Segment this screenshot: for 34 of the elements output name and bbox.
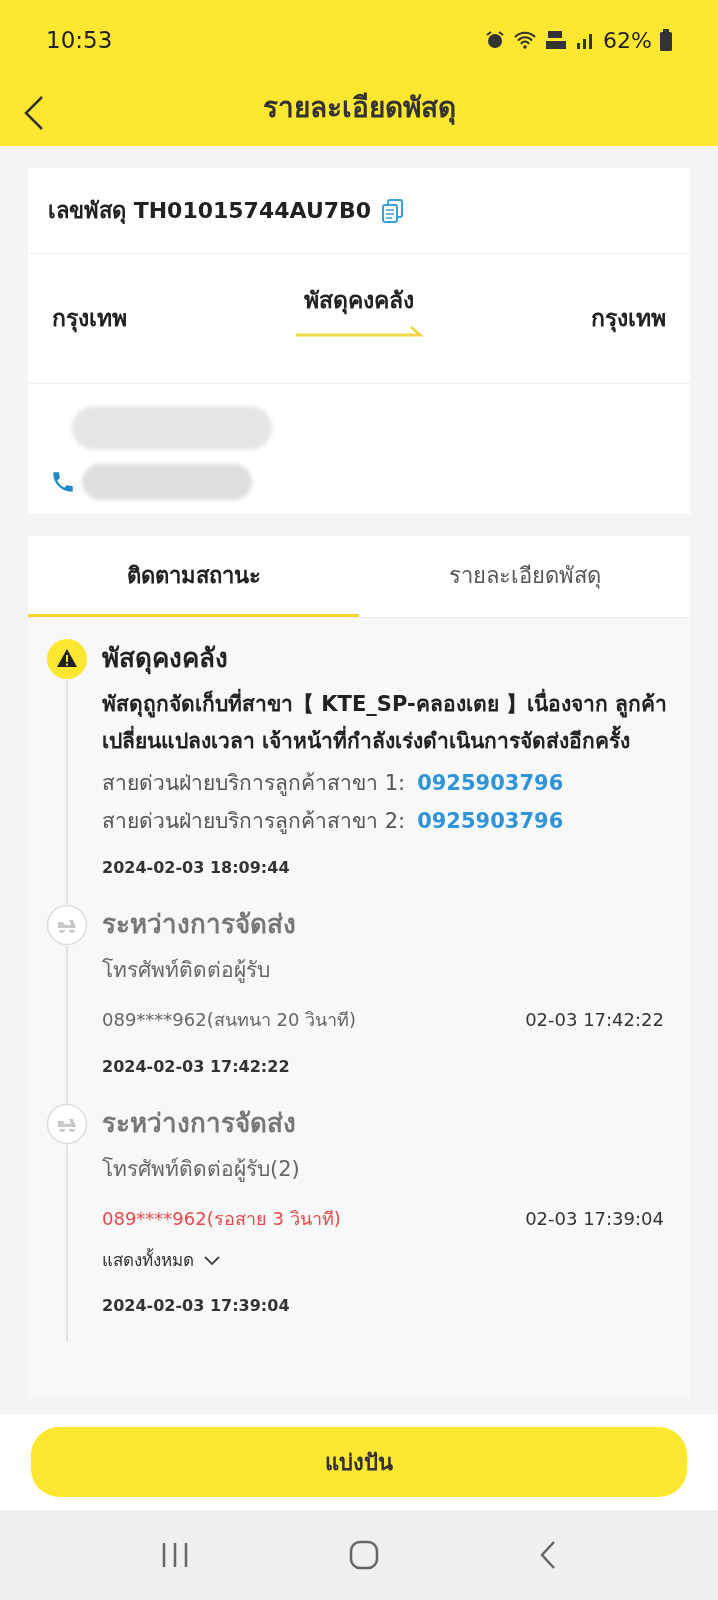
parcel-status: พัสดุคงคลัง (304, 286, 414, 317)
share-button[interactable]: แบ่งปัน (31, 1427, 687, 1497)
hotline-label: สายด่วนฝ่ายบริการลูกค้าสาขา 1: (102, 770, 406, 798)
phone-icon (50, 469, 76, 495)
tab[interactable]: รายละเอียดพัสดุ (359, 536, 690, 617)
wifi-icon (513, 30, 538, 50)
status-time: 10:53 (46, 25, 113, 55)
event-timestamp: 2024-02-03 17:42:22 (102, 1056, 291, 1078)
home-icon[interactable] (349, 1540, 379, 1570)
event-description: โทรศัพท์ติดต่อผู้รับ(2) (102, 1156, 301, 1184)
call-time: 02-03 17:39:04 (525, 1207, 664, 1231)
call-time: 02-03 17:42:22 (525, 1008, 664, 1032)
copy-icon[interactable] (381, 197, 406, 224)
event-description: โทรศัพท์ติดต่อผู้รับ (102, 957, 271, 985)
destination-city: กรุงเทพ (591, 304, 666, 335)
event-title: ระหว่างการจัดส่ง (102, 908, 297, 941)
battery-percent: 62% (603, 26, 652, 55)
parcel-number: เลขพัสดุ TH01015744AU7B0 (48, 197, 372, 226)
event-title: พัสดุคงคลัง (102, 642, 229, 677)
battery-icon (660, 29, 672, 51)
event-timestamp: 2024-02-03 17:39:04 (102, 1294, 291, 1317)
event-title: ระหว่างการจัดส่ง (102, 1107, 297, 1140)
show-all-link[interactable]: แสดงทั้งหมด (102, 1248, 676, 1274)
hotline-label: สายด่วนฝ่ายบริการลูกค้าสาขา 2: (102, 808, 406, 836)
call-record: 089****962(รอสาย 3 วินาที) (102, 1207, 341, 1231)
origin-city: กรุงเทพ (52, 304, 127, 335)
event-timestamp: 2024-02-03 18:09:44 (102, 857, 291, 879)
page-title: รายละเอียดพัสดุ (262, 90, 456, 127)
chevron-left-icon (23, 95, 45, 131)
alarm-icon (485, 30, 506, 50)
event-description: พัสดุถูกจัดเก็บที่สาขา【 KTE_SP-คลองเตย 】เนื่องจาก ลูกค้าเปลี่ยนแปลงเวลา เจ้าหน้าที่กำลังเร่งดำเนินการจัดส่งอีกครั้ง (102, 686, 676, 760)
chevron-down-icon (204, 1255, 220, 1266)
call-record: 089****962(สนทนา 20 วินาที) (102, 1008, 357, 1032)
warning-icon (46, 638, 88, 680)
